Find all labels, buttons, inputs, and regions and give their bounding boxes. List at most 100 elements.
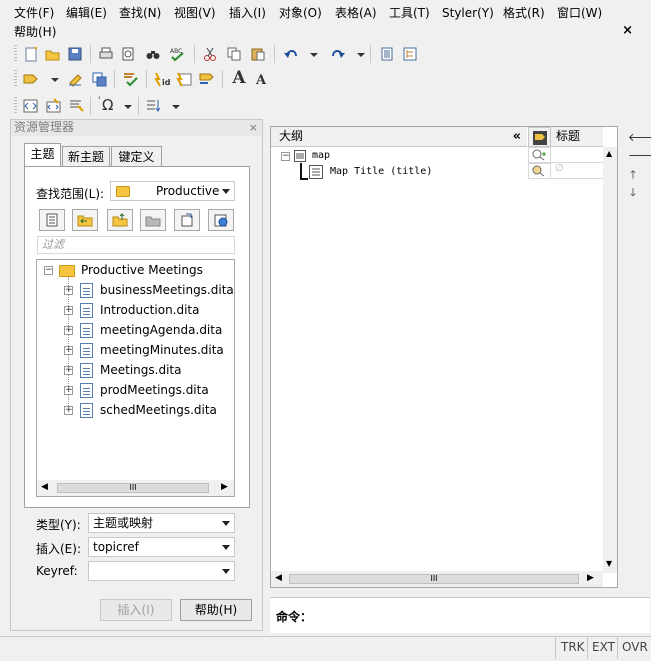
menu-styler[interactable]: Styler(Y) <box>442 6 494 20</box>
type-select[interactable]: 主题或映射 <box>88 513 235 533</box>
menu-view[interactable]: 视图(V) <box>174 6 216 20</box>
up-folder-button[interactable] <box>107 209 133 231</box>
toolbar-grip[interactable] <box>14 97 17 115</box>
sort-dropdown-arrow[interactable] <box>172 105 180 109</box>
scroll-left-icon[interactable]: ◀ <box>41 482 48 492</box>
keyref-select[interactable] <box>88 561 235 581</box>
menu-window[interactable]: 窗口(W) <box>557 6 602 20</box>
menu-file[interactable]: 文件(F) <box>14 6 54 20</box>
expand-icon[interactable]: + <box>64 306 73 315</box>
menu-table[interactable]: 表格(A) <box>335 6 377 20</box>
redo-dropdown-arrow[interactable] <box>357 53 365 57</box>
tab-topics[interactable]: 主题 <box>24 143 61 167</box>
tree-item[interactable]: + businessMeetings.ditamap <box>37 280 234 300</box>
close-document-icon[interactable]: × <box>622 23 633 38</box>
insert-element-dropdown-arrow[interactable] <box>51 78 59 82</box>
tree-root[interactable]: − Productive Meetings <box>37 260 234 280</box>
print-icon[interactable] <box>96 44 116 64</box>
arrow-right-icon[interactable]: 🡒 <box>628 148 651 162</box>
outline-vertical-scrollbar[interactable]: ▲ ▼ <box>603 147 617 573</box>
command-input[interactable] <box>314 603 644 629</box>
outline-child[interactable]: Map Title (title) <box>309 164 529 180</box>
back-folder-button[interactable] <box>72 209 98 231</box>
menu-object[interactable]: 对象(O) <box>279 6 322 20</box>
menu-format[interactable]: 格式(R) <box>503 6 545 20</box>
menu-edit[interactable]: 编辑(E) <box>66 6 107 20</box>
tree-item[interactable]: + schedMeetings.dita <box>37 400 234 420</box>
undo-icon[interactable] <box>281 44 301 64</box>
expand-icon[interactable]: + <box>64 326 73 335</box>
insert-button[interactable]: 插入(I) <box>100 599 172 621</box>
validate-icon[interactable] <box>121 69 141 89</box>
scroll-thumb[interactable]: III <box>57 483 209 493</box>
wrap-element-icon[interactable] <box>90 69 110 89</box>
open-folder-icon[interactable] <box>43 44 63 64</box>
spellcheck-icon[interactable]: ABC <box>168 44 188 64</box>
special-character-icon[interactable]: ' Ω <box>96 96 120 116</box>
expand-icon[interactable]: + <box>64 406 73 415</box>
tree-item[interactable]: + meetingAgenda.dita <box>37 320 234 340</box>
menu-insert[interactable]: 插入(I) <box>229 6 266 20</box>
tab-new-topic[interactable]: 新主题 <box>62 146 110 167</box>
outline-cell-empty-icon[interactable]: ∅ <box>551 163 603 179</box>
redo-icon[interactable] <box>328 44 348 64</box>
expand-icon[interactable]: + <box>64 346 73 355</box>
expand-icon[interactable]: + <box>64 286 73 295</box>
collapse-panel-icon[interactable]: « <box>513 127 521 146</box>
menu-find[interactable]: 查找(N) <box>119 6 161 20</box>
special-character-dropdown-arrow[interactable] <box>124 105 132 109</box>
menu-tools[interactable]: 工具(T) <box>389 6 430 20</box>
scroll-thumb[interactable]: III <box>289 574 579 584</box>
sort-icon[interactable] <box>144 96 164 116</box>
insert-select[interactable]: topicref <box>88 537 235 557</box>
tree-item[interactable]: + meetingMinutes.dita <box>37 340 234 360</box>
structure-view-icon[interactable] <box>400 44 420 64</box>
collapse-icon[interactable]: − <box>44 266 53 275</box>
increase-font-icon[interactable]: A <box>229 68 249 88</box>
element-list-icon[interactable] <box>197 69 217 89</box>
save-icon[interactable] <box>65 44 85 64</box>
tree-horizontal-scrollbar[interactable]: ◀ III ▶ <box>37 480 234 496</box>
outline-root[interactable]: − map <box>279 148 519 164</box>
scroll-down-icon[interactable]: ▼ <box>606 559 612 568</box>
decrease-font-icon[interactable]: A <box>251 70 271 90</box>
new-folder-button[interactable] <box>140 209 166 231</box>
web-dav-button[interactable] <box>208 209 234 231</box>
paste-icon[interactable] <box>248 44 268 64</box>
processing-instruction-icon[interactable] <box>67 96 87 116</box>
edit-tag-icon[interactable] <box>44 96 64 116</box>
filter-input[interactable]: 过滤 <box>37 236 235 254</box>
scroll-right-icon[interactable]: ▶ <box>221 482 228 492</box>
arrow-down-icon[interactable]: 🡓 <box>628 184 638 203</box>
scroll-left-icon[interactable]: ◀ <box>275 573 282 583</box>
binoculars-icon[interactable] <box>143 44 163 64</box>
toolbar-grip[interactable] <box>14 70 17 88</box>
cut-icon[interactable] <box>200 44 220 64</box>
tree-item[interactable]: + prodMeetings.dita <box>37 380 234 400</box>
outline-cell[interactable] <box>551 147 603 163</box>
page-view-icon[interactable] <box>377 44 397 64</box>
arrow-left-icon[interactable]: 🡐 <box>628 130 651 144</box>
expand-icon[interactable]: + <box>64 386 73 395</box>
print-preview-icon[interactable] <box>118 44 138 64</box>
collapse-icon[interactable]: − <box>281 152 290 161</box>
xml-tag-icon[interactable] <box>21 96 41 116</box>
scroll-right-icon[interactable]: ▶ <box>587 573 594 583</box>
menu-help[interactable]: 帮助(H) <box>14 25 56 39</box>
tab-key-definitions[interactable]: 键定义 <box>111 146 162 167</box>
arrow-up-icon[interactable]: 🡑 <box>628 166 638 185</box>
expand-icon[interactable]: + <box>64 366 73 375</box>
refresh-button[interactable] <box>174 209 200 231</box>
tree-item[interactable]: + Introduction.dita <box>37 300 234 320</box>
undo-dropdown-arrow[interactable] <box>310 53 318 57</box>
attributes-icon[interactable] <box>175 69 195 89</box>
copy-icon[interactable] <box>224 44 244 64</box>
outline-cell[interactable] <box>528 147 551 163</box>
list-view-button[interactable] <box>39 209 65 231</box>
change-element-icon[interactable] <box>66 69 86 89</box>
tree-item[interactable]: + Meetings.dita <box>37 360 234 380</box>
close-panel-icon[interactable]: × <box>249 120 258 135</box>
insert-element-icon[interactable] <box>21 69 41 89</box>
outline-horizontal-scrollbar[interactable]: ◀ III ▶ <box>271 571 603 587</box>
toolbar-grip[interactable] <box>14 45 17 63</box>
